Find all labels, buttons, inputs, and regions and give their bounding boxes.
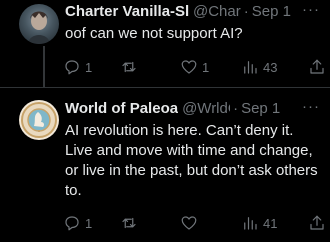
thread-line — [43, 46, 45, 87]
view-count: 43 — [263, 59, 278, 75]
more-icon[interactable]: ··· — [302, 98, 320, 115]
more-icon[interactable]: ··· — [302, 1, 320, 18]
tweet-text: oof can we not support AI? — [65, 25, 243, 42]
separator-dot: · — [233, 100, 239, 117]
tweet-text: AI revolution is here. Can’t deny it. Li… — [65, 122, 318, 199]
views-button[interactable]: 41 — [241, 214, 277, 232]
views-button[interactable]: 43 — [241, 58, 277, 76]
like-count: 1 — [202, 59, 210, 75]
reply-count: 1 — [85, 59, 93, 75]
handle[interactable]: @Char — [193, 3, 241, 20]
like-button[interactable]: 1 — [180, 58, 209, 76]
views-icon — [244, 217, 257, 230]
share-icon — [310, 215, 324, 230]
handle[interactable]: @WrldO — [182, 100, 230, 117]
tweet[interactable]: World of Paleoa@WrldO·Sep 1 ··· AI revol… — [0, 88, 330, 242]
retweet-button[interactable] — [120, 58, 142, 76]
separator-dot: · — [243, 3, 249, 20]
reply-button[interactable]: 1 — [63, 58, 92, 76]
reply-button[interactable]: 1 — [63, 214, 92, 232]
display-name[interactable]: World of Paleoa — [65, 100, 178, 117]
reply-icon — [65, 60, 79, 75]
tweet-actions: 1 41 — [63, 214, 325, 232]
timestamp[interactable]: Sep 1 — [252, 3, 291, 20]
like-button[interactable] — [180, 214, 202, 232]
avatar[interactable] — [19, 4, 59, 44]
retweet-button[interactable] — [120, 214, 142, 232]
share-button[interactable] — [308, 214, 326, 232]
views-icon — [244, 61, 257, 74]
timestamp[interactable]: Sep 1 — [241, 100, 280, 117]
display-name[interactable]: Charter Vanilla-Sl — [65, 3, 189, 20]
like-icon — [181, 60, 197, 74]
tweet-header: World of Paleoa@WrldO·Sep 1 — [65, 100, 322, 118]
reply-icon — [65, 216, 79, 231]
share-button[interactable] — [308, 58, 326, 76]
tweet-header: Charter Vanilla-Sl @Char · Sep 1 — [65, 3, 322, 21]
like-icon — [181, 216, 197, 230]
view-count: 41 — [263, 215, 278, 231]
retweet-icon — [122, 61, 136, 73]
reply-count: 1 — [85, 215, 93, 231]
tweet[interactable]: Charter Vanilla-Sl @Char · Sep 1 ··· oof ca… — [0, 0, 330, 88]
tweet-actions: 1 1 43 — [63, 58, 325, 76]
retweet-icon — [122, 217, 136, 229]
share-icon — [310, 59, 324, 74]
avatar[interactable] — [19, 100, 59, 140]
